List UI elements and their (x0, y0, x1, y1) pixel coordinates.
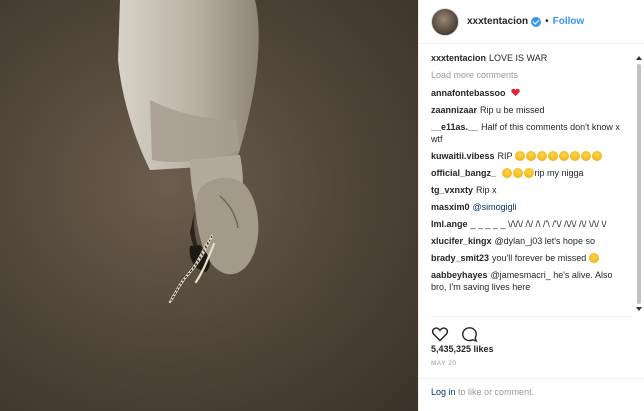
crying-emoji-icon (514, 151, 525, 161)
post-photo[interactable] (0, 0, 418, 411)
likes-count[interactable]: 5,435,325 likes (431, 344, 494, 354)
crying-emoji-icon (501, 168, 512, 178)
red-heart-emoji-icon (511, 88, 520, 97)
comment-username[interactable]: zaannizaar (431, 105, 477, 115)
comment-item: brady_smit23 you'll forever be missed (431, 252, 629, 264)
follow-button[interactable]: Follow (553, 16, 585, 27)
comment-item: xlucifer_kingx @dylan_j03 let's hope so (431, 235, 629, 247)
comment-item: official_bangz_ rip my nigga (431, 167, 629, 179)
crying-emoji-icon (588, 253, 599, 263)
comment-text: Rip u be missed (480, 105, 545, 115)
comment-text: rip my nigga (534, 168, 584, 178)
header-username[interactable]: xxxtentacion (467, 16, 528, 27)
crying-emoji-icon (558, 151, 569, 161)
crying-emoji-icon (512, 168, 523, 178)
comment-mention-link[interactable]: @simogigli (473, 202, 517, 212)
comment-text: @dylan_j03 let's hope so (494, 236, 595, 246)
comment-username[interactable]: brady_smit23 (431, 253, 489, 263)
comment-item: masxim0 @simogigli (431, 201, 629, 213)
comment-username[interactable]: tg_vxnxty (431, 185, 473, 195)
crying-emoji-icon (591, 151, 602, 161)
crying-emoji-icon (525, 151, 536, 161)
comment-username[interactable]: xlucifer_kingx (431, 236, 492, 246)
comment-item: tg_vxnxty Rip x (431, 184, 629, 196)
caption-text: LOVE IS WAR (489, 53, 548, 63)
comment-username[interactable]: __e11as.__ (431, 122, 478, 132)
comment-text: RIP (497, 151, 513, 161)
comment-text: Rip x (476, 185, 497, 195)
crying-emoji-icon (536, 151, 547, 161)
post-date: MAY 20 (431, 360, 457, 367)
crying-emoji-icon (523, 168, 534, 178)
comment-text: you'll forever be missed (492, 253, 587, 263)
post-sidebar: xxxtentacion • Follow xxxtentacion LOVE I… (418, 0, 644, 411)
comments-list: xxxtentacion LOVE IS WAR Load more commen… (431, 52, 629, 314)
comment-item: aabbeyhayes @jamesmacri_ he's alive. Also… (431, 269, 629, 293)
comment-username[interactable]: kuwaitii.vibess (431, 151, 495, 161)
comment-bubble-icon[interactable] (461, 326, 478, 343)
comment-username[interactable]: official_bangz_ (431, 168, 496, 178)
login-link[interactable]: Log in (431, 387, 456, 397)
crying-emoji-icon (580, 151, 591, 161)
scroll-up-arrow-icon[interactable] (636, 56, 642, 60)
caption: xxxtentacion LOVE IS WAR (431, 52, 629, 64)
comment-item: __e11as.__ Half of this comments don't kn… (431, 121, 629, 145)
comment-item: lml.ange _ _ _ _ _ \/\/\/ /\/ /\ /'\ /'\/… (431, 218, 629, 230)
heart-outline-icon[interactable] (431, 326, 449, 342)
post-header: xxxtentacion • Follow (419, 0, 644, 44)
crying-emoji-icon (569, 151, 580, 161)
comment-text: _ _ _ _ _ \/\/\/ /\/ /\ /'\ /'\/ /\/\/ /… (470, 219, 607, 229)
comment-username[interactable]: aabbeyhayes (431, 270, 488, 280)
post-actions (431, 316, 633, 347)
scrollbar-thumb[interactable] (637, 64, 641, 304)
scroll-down-arrow-icon[interactable] (636, 307, 642, 311)
comment-item: zaannizaar Rip u be missed (431, 104, 629, 116)
comment-username[interactable]: masxim0 (431, 202, 470, 212)
login-prompt-text: to like or comment. (458, 387, 535, 397)
login-prompt: Log in to like or comment. (419, 378, 644, 411)
comments-scrollbar[interactable] (634, 56, 644, 311)
separator-dot: • (545, 16, 549, 27)
avatar[interactable] (431, 7, 459, 36)
caption-username[interactable]: xxxtentacion (431, 53, 486, 63)
comment-item: kuwaitii.vibess RIP (431, 150, 629, 162)
verified-badge-icon (531, 16, 542, 27)
comment-username[interactable]: lml.ange (431, 219, 468, 229)
instagram-post-view: xxxtentacion • Follow xxxtentacion LOVE I… (0, 0, 644, 411)
comment-item: annafontebassoo (431, 87, 629, 99)
load-more-comments-button[interactable]: Load more comments (431, 69, 629, 81)
crying-emoji-icon (547, 151, 558, 161)
comment-username[interactable]: annafontebassoo (431, 88, 506, 98)
upside-down-portrait-illustration (118, 0, 259, 304)
